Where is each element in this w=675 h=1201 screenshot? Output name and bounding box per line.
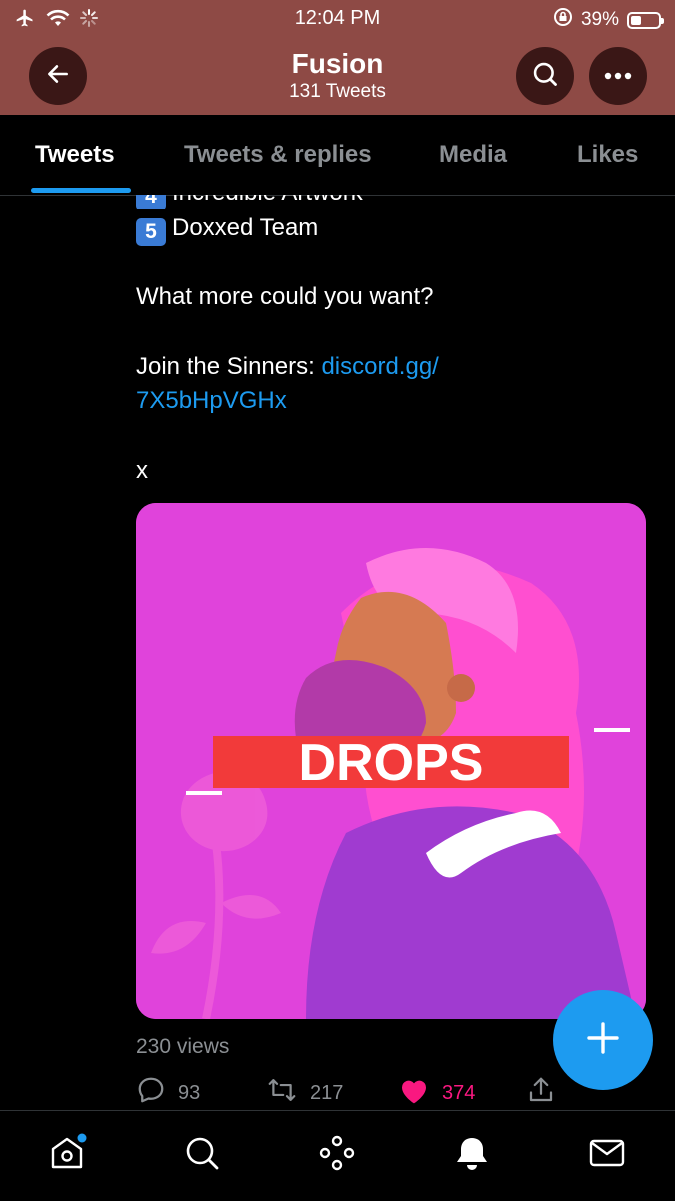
battery-icon <box>627 11 664 29</box>
discord-link[interactable]: discord.gg/ <box>321 353 438 380</box>
tweet-count: 131 Tweets <box>289 81 386 102</box>
profile-header: 12:04 PM 39% Fusion 131 Tweets <box>0 0 675 115</box>
tweet-join-line: Join the Sinners: discord.gg/ <box>136 350 656 384</box>
messages-mail-icon <box>587 1133 627 1178</box>
more-options-button[interactable] <box>589 47 647 105</box>
heart-filled-icon <box>398 1075 430 1111</box>
tab-tweets-and-replies[interactable]: Tweets & replies <box>184 141 372 169</box>
compose-tweet-button[interactable] <box>553 990 653 1090</box>
tab-tweets[interactable]: Tweets <box>35 141 115 169</box>
retweet-button[interactable]: 217 <box>266 1075 343 1111</box>
list-item-artwork: Incredible Artwork <box>172 195 363 206</box>
orientation-lock-icon <box>553 7 573 33</box>
list-item-doxxed-team: Doxxed Team <box>172 214 319 241</box>
retweet-icon <box>266 1075 298 1111</box>
join-text: Join the Sinners: <box>136 353 322 380</box>
status-bar: 12:04 PM 39% <box>0 0 675 38</box>
spaces-icon <box>317 1133 357 1178</box>
share-icon <box>526 1075 556 1111</box>
nav-notifications[interactable] <box>450 1133 494 1177</box>
reply-count: 93 <box>178 1081 201 1104</box>
tweet-x-char: x <box>136 457 148 484</box>
plus-icon <box>585 1020 621 1061</box>
battery-level-fill <box>631 15 641 25</box>
view-count: 230 views <box>136 1035 230 1058</box>
notifications-bell-icon <box>452 1133 492 1178</box>
like-button[interactable]: 374 <box>398 1075 475 1111</box>
media-text-drops: DROPS <box>299 734 484 792</box>
keycap-4-emoji: 4 <box>136 195 166 209</box>
tab-likes[interactable]: Likes <box>577 141 638 169</box>
home-icon <box>47 1133 87 1178</box>
tab-media[interactable]: Media <box>439 141 507 169</box>
like-count: 374 <box>442 1081 476 1104</box>
profile-tabs: Tweets Tweets & replies Media Likes <box>0 115 675 196</box>
tweet-text: 4 Incredible Artwork 5Doxxed Team What mo… <box>136 195 656 488</box>
discord-link-continued[interactable]: 7X5bHpVGHx <box>136 384 656 418</box>
battery-percent: 39% <box>580 9 619 30</box>
reply-icon <box>136 1075 166 1111</box>
more-horizontal-icon <box>604 67 632 85</box>
keycap-5-emoji: 5 <box>136 218 166 246</box>
search-icon <box>531 60 559 93</box>
share-button[interactable] <box>526 1075 556 1111</box>
bottom-navigation <box>0 1110 675 1201</box>
active-tab-indicator <box>31 188 131 193</box>
tweet-actions: 93 217 374 <box>136 1075 556 1111</box>
nav-messages[interactable] <box>585 1133 629 1177</box>
search-button[interactable] <box>516 47 574 105</box>
drops-artwork-illustration: DROPS <box>136 503 646 1019</box>
tweet-line-partial: 4 Incredible Artwork <box>136 195 656 209</box>
tweet-question: What more could you want? <box>136 283 434 310</box>
search-icon <box>182 1133 222 1178</box>
tweet-media-image[interactable]: DROPS <box>136 503 646 1019</box>
nav-spaces[interactable] <box>315 1133 359 1177</box>
tweet-line-5: 5 Doxxed Team <box>136 211 656 246</box>
reply-button[interactable]: 93 <box>136 1075 200 1111</box>
nav-home[interactable] <box>45 1133 89 1177</box>
nav-search[interactable] <box>180 1133 224 1177</box>
retweet-count: 217 <box>310 1081 344 1104</box>
